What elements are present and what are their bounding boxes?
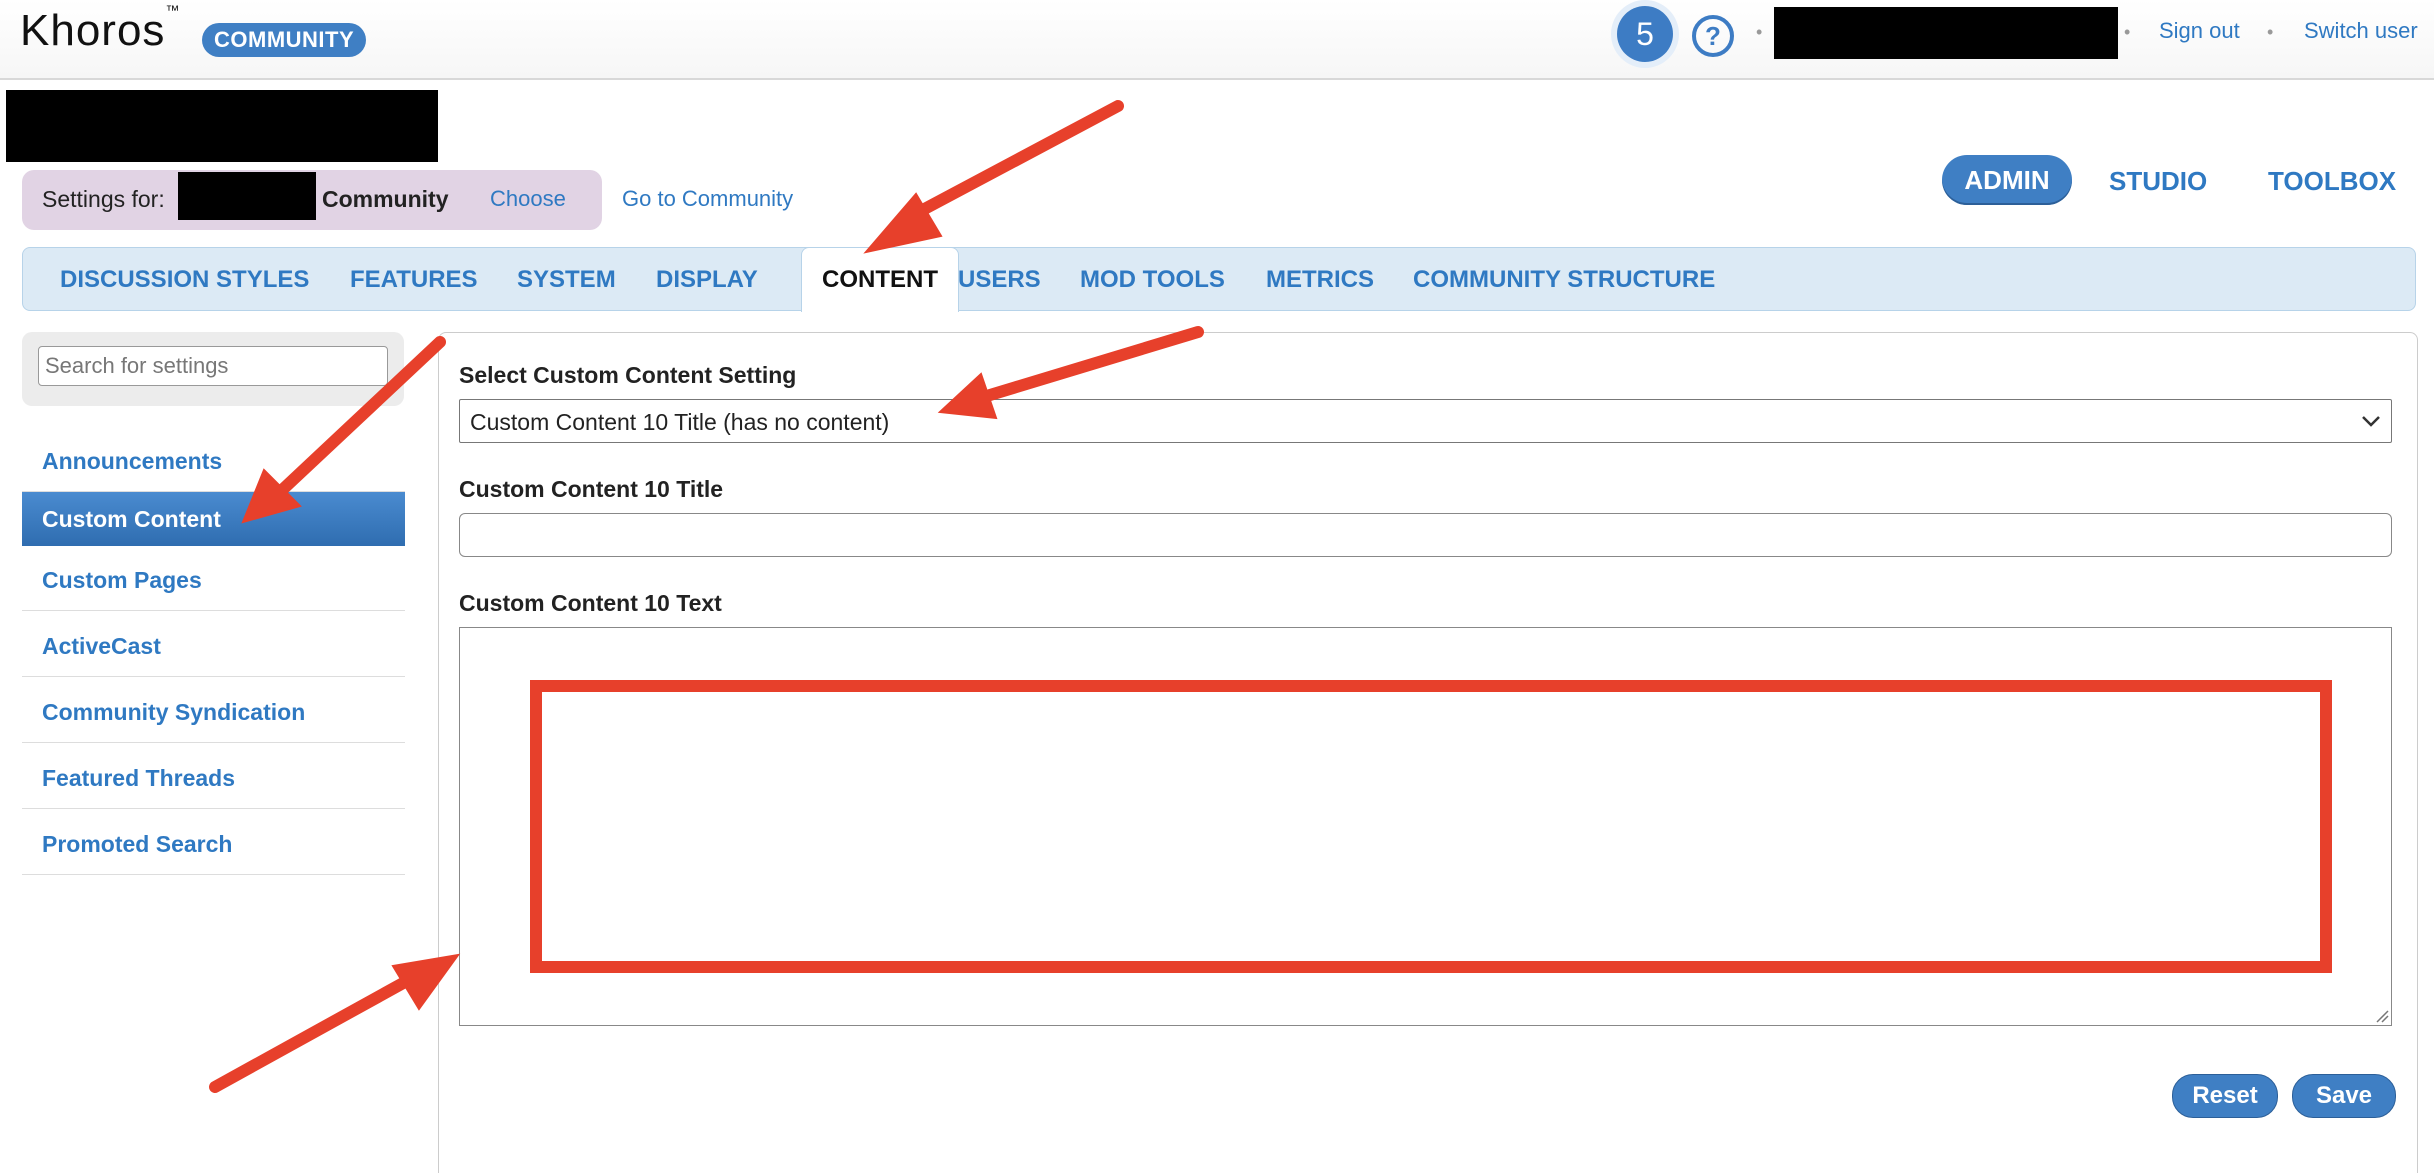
notification-count-badge[interactable]: 5 [1617, 6, 1673, 62]
sidebar-item-custom-content[interactable]: Custom Content [22, 492, 405, 546]
choose-link[interactable]: Choose [490, 186, 566, 212]
sidebar-item-custom-pages[interactable]: Custom Pages [22, 547, 405, 611]
sidebar-item-label: Featured Threads [42, 765, 235, 791]
khoros-logo[interactable]: Khoros™ [20, 2, 180, 56]
chevron-down-icon [2362, 416, 2380, 427]
nav-features[interactable]: FEATURES [350, 266, 478, 294]
sidebar-item-label: Custom Pages [42, 567, 202, 593]
custom-content-select[interactable]: Custom Content 10 Title (has no content) [459, 399, 2392, 443]
community-name: Community [322, 186, 449, 212]
separator-dot: • [2267, 22, 2274, 42]
tab-studio[interactable]: STUDIO [2109, 166, 2207, 197]
settings-for-label: Settings for: [42, 186, 165, 212]
logo-tm: ™ [165, 2, 181, 19]
sidebar-item-featured-threads[interactable]: Featured Threads [22, 745, 405, 809]
save-button[interactable]: Save [2292, 1074, 2396, 1118]
sidebar-item-label: Announcements [42, 448, 223, 474]
settings-search-container [22, 332, 404, 406]
annotation-arrow [209, 976, 411, 1093]
separator-dot: • [2124, 22, 2131, 42]
tab-admin[interactable]: ADMIN [1942, 155, 2072, 205]
select-setting-label: Select Custom Content Setting [459, 362, 797, 388]
switch-user-link[interactable]: Switch user [2304, 18, 2418, 44]
select-value: Custom Content 10 Title (has no content) [470, 409, 890, 435]
sidebar-item-announcements[interactable]: Announcements [22, 428, 405, 492]
text-field-label: Custom Content 10 Text [459, 590, 722, 616]
sidebar-item-label: Community Syndication [42, 699, 306, 725]
tab-toolbox[interactable]: TOOLBOX [2268, 166, 2396, 197]
reset-button[interactable]: Reset [2172, 1074, 2278, 1118]
settings-search-input[interactable] [38, 346, 388, 386]
logo-text: Khoros [20, 6, 166, 55]
annotation-arrow-head [863, 192, 943, 254]
sidebar-item-label: Custom Content [42, 506, 221, 532]
annotation-arrow [894, 100, 1124, 228]
sidebar-item-activecast[interactable]: ActiveCast [22, 613, 405, 677]
sidebar-item-promoted-search[interactable]: Promoted Search [22, 811, 405, 875]
main-nav: DISCUSSION STYLES FEATURES SYSTEM DISPLA… [22, 247, 2416, 312]
redacted-community-prefix [178, 172, 316, 220]
separator-dot: • [1756, 22, 1763, 42]
title-field-label: Custom Content 10 Title [459, 476, 724, 502]
sidebar-item-label: ActiveCast [42, 633, 161, 659]
settings-for-bar: Settings for: Community Choose [22, 170, 602, 230]
nav-community-structure[interactable]: COMMUNITY STRUCTURE [1413, 266, 1715, 294]
top-bar: Khoros™ COMMUNITY 5 ? • • Sign out • Swi… [0, 0, 2434, 80]
nav-content[interactable]: CONTENT [801, 247, 959, 312]
nav-mod-tools[interactable]: MOD TOOLS [1080, 266, 1225, 294]
redacted-community-title [6, 90, 438, 162]
help-icon[interactable]: ? [1692, 15, 1734, 57]
nav-metrics[interactable]: METRICS [1266, 266, 1374, 294]
resize-handle-icon[interactable] [2373, 1007, 2389, 1023]
community-badge[interactable]: COMMUNITY [202, 23, 367, 57]
nav-display[interactable]: DISPLAY [656, 266, 758, 294]
annotation-highlight-box [530, 680, 2332, 973]
sidebar-item-community-syndication[interactable]: Community Syndication [22, 679, 405, 743]
custom-content-title-input[interactable] [459, 513, 2392, 557]
sidebar-item-label: Promoted Search [42, 831, 233, 857]
nav-discussion-styles[interactable]: DISCUSSION STYLES [60, 266, 309, 294]
go-to-community-link[interactable]: Go to Community [622, 186, 793, 212]
nav-users[interactable]: USERS [958, 266, 1041, 294]
redacted-username [1774, 7, 2118, 59]
nav-system[interactable]: SYSTEM [517, 266, 616, 294]
sign-out-link[interactable]: Sign out [2159, 18, 2240, 44]
